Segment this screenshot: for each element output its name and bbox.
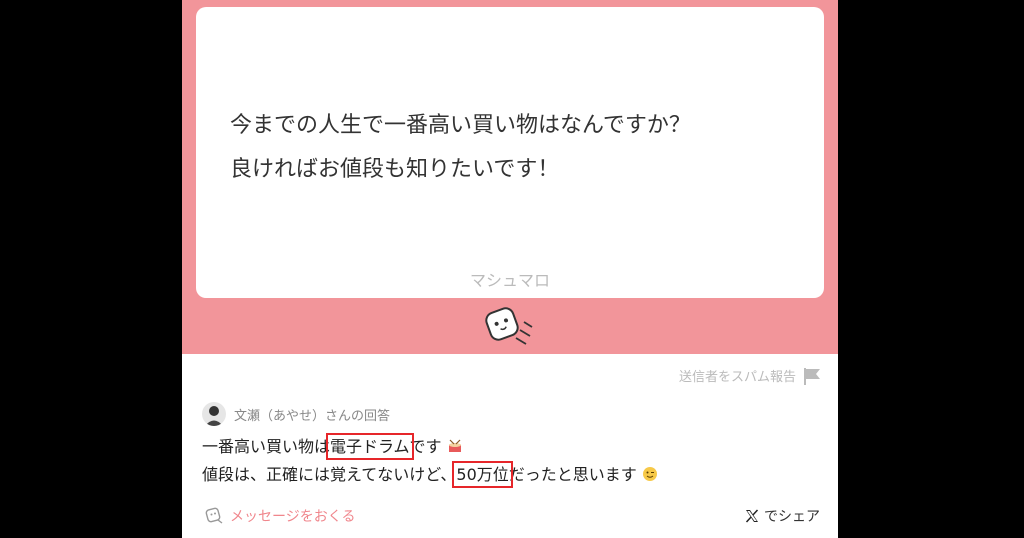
send-message-label: メッセージをおくる	[230, 509, 356, 525]
highlight-box-drum: 電子ドラム	[326, 433, 414, 460]
question-text: 今までの人生で一番高い買い物はなんですか？ 良ければお値段も知りたいです！	[230, 104, 810, 192]
answer-header: 文瀬（あやせ）さんの回答	[202, 402, 390, 426]
spam-report-link[interactable]: 送信者をスパム報告	[679, 366, 822, 385]
share-label: でシェア	[764, 509, 820, 525]
avatar[interactable]	[202, 402, 226, 426]
answer-line-2: 値段は、正確には覚えてないけど、50万位だったと思います	[202, 461, 658, 489]
question-card: 今までの人生で一番高い買い物はなんですか？ 良ければお値段も知りたいです！ マシ…	[196, 7, 824, 298]
answer-line-2-after: だったと思います	[508, 465, 637, 484]
spam-report-label: 送信者をスパム報告	[678, 370, 796, 385]
marshmallow-page: 今までの人生で一番高い買い物はなんですか？ 良ければお値段も知りたいです！ マシ…	[182, 0, 838, 538]
marshmallow-mascot-icon	[485, 307, 533, 345]
answer-line-1: 一番高い買い物は電子ドラムです	[202, 433, 658, 461]
answer-author-label: 文瀬（あやせ）さんの回答	[234, 408, 391, 424]
flag-icon	[804, 367, 820, 385]
emoji-drum-icon	[448, 439, 461, 452]
emoji-wink-icon	[642, 467, 657, 481]
answer-text: 一番高い買い物は電子ドラムです 値段は、正確には覚えてないけど、50万位だったと…	[202, 433, 658, 489]
share-x-button[interactable]: でシェア	[744, 506, 820, 526]
question-banner: 今までの人生で一番高い買い物はなんですか？ 良ければお値段も知りたいです！ マシ…	[182, 0, 838, 354]
brand-label: マシュマロ	[469, 271, 550, 290]
highlight-box-price: 50万位	[452, 461, 513, 488]
send-message-button[interactable]: メッセージをおくる	[204, 506, 355, 526]
answer-line-1-after: です	[409, 437, 442, 456]
question-line-2: 良ければお値段も知りたいです！	[230, 157, 560, 182]
message-icon	[205, 507, 223, 524]
answer-line-1-before: 一番高い買い物は	[202, 437, 331, 456]
x-logo-icon	[745, 509, 759, 523]
question-line-1: 今までの人生で一番高い買い物はなんですか？	[230, 113, 691, 138]
answer-line-2-before: 値段は、正確には覚えてないけど、	[202, 465, 457, 484]
